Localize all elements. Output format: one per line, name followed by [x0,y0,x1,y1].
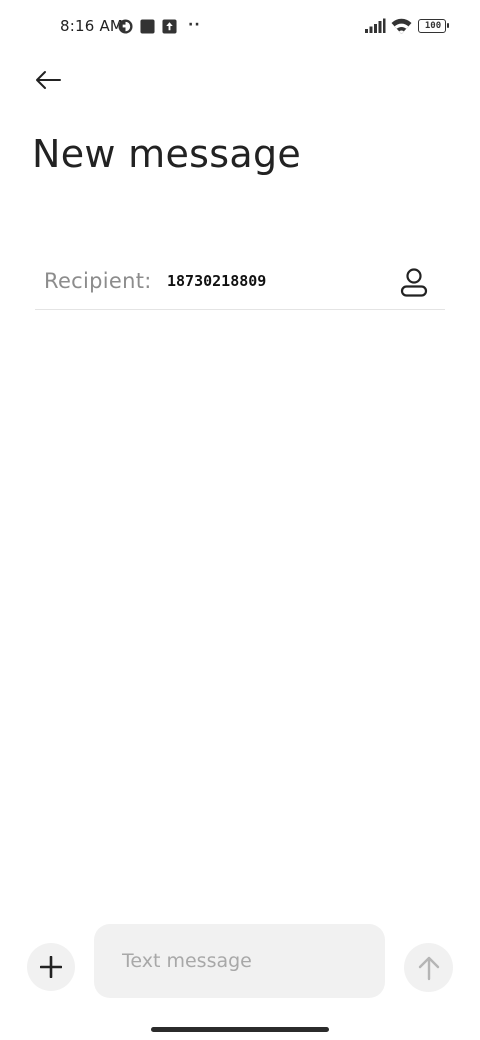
more-notifications-icon: ·· [188,17,201,33]
battery-level: 100 [424,21,442,31]
back-button[interactable] [28,62,68,98]
person-icon [400,268,428,297]
send-button[interactable] [404,943,453,992]
square-notification-icon [140,19,155,34]
status-time: 8:16 AM [60,17,124,35]
recipient-row: Recipient: [35,258,445,310]
recipient-label: Recipient: [44,269,152,293]
signal-icon [365,18,386,33]
message-box [94,924,385,998]
app-notification-icon [118,19,133,34]
home-indicator[interactable] [151,1027,329,1032]
status-bar: 8:16 AM ·· 100 [0,0,480,54]
plus-icon [40,956,62,978]
recipient-input[interactable] [167,266,377,296]
arrow-left-icon [36,71,61,89]
add-attachment-button[interactable] [27,943,75,991]
battery-icon: 100 [418,18,449,33]
message-input[interactable] [122,946,372,976]
arrow-up-icon [418,956,439,980]
wifi-icon [391,18,412,34]
page-title: New message [32,132,302,176]
upload-notification-icon [162,19,177,34]
select-contact-button[interactable] [395,264,433,302]
